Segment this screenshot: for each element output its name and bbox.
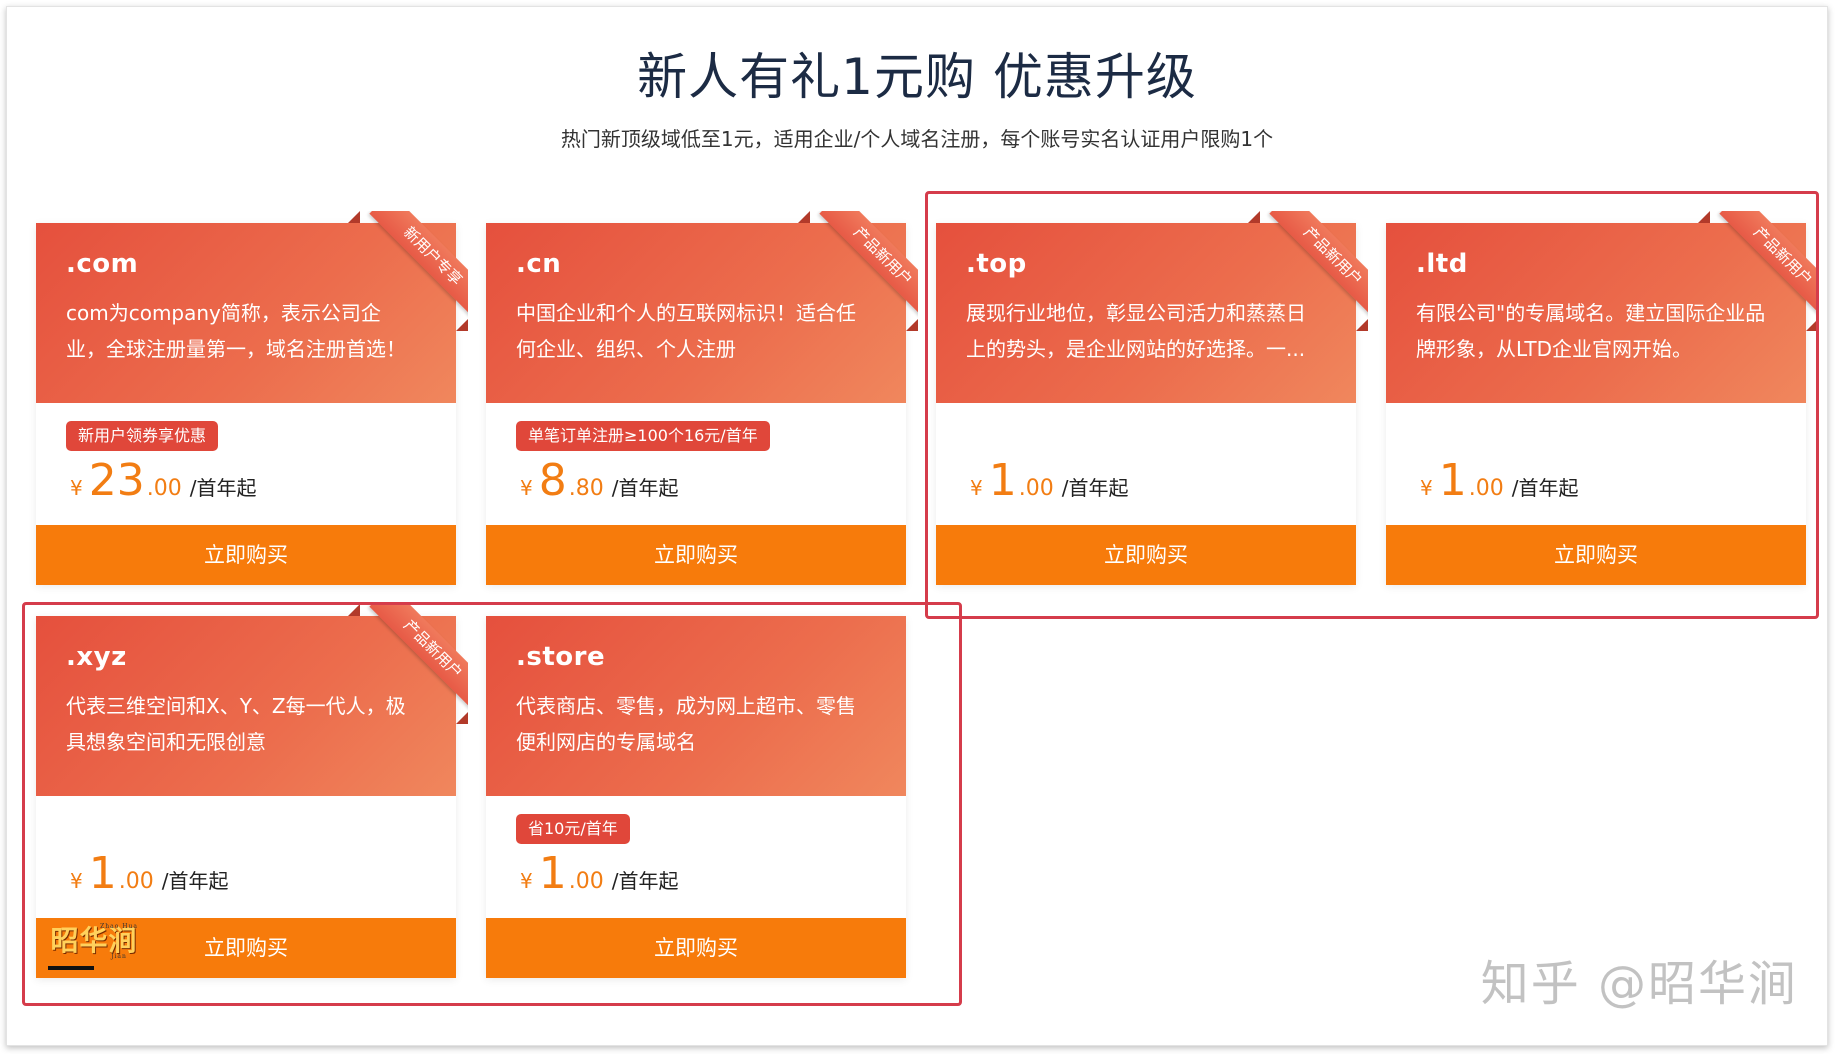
price: ¥ 1 .00 /首年起 <box>1420 455 1578 511</box>
domain-extension: .store <box>516 642 606 672</box>
price-unit: /首年起 <box>161 869 229 893</box>
domain-card-com: .com com为company简称，表示公司企业，全球注册量第一，域名注册首选… <box>36 211 468 585</box>
price: ¥ 1 .00 /首年起 <box>970 455 1128 511</box>
price-integer: 1 <box>88 848 117 899</box>
card-header: .cn 中国企业和个人的互联网标识！适合任何企业、组织、个人注册 <box>486 223 906 403</box>
price-decimal: .00 <box>1468 476 1504 501</box>
price-decimal: .00 <box>1018 476 1054 501</box>
domain-card-cn: .cn 中国企业和个人的互联网标识！适合任何企业、组织、个人注册 产品新用户 单… <box>486 211 918 585</box>
domain-card-ltd: .ltd 有限公司"的专属域名。建立国际企业品牌形象，从LTD企业官网开始。 产… <box>1386 211 1818 585</box>
domain-extension: .ltd <box>1416 249 1468 279</box>
buy-button[interactable]: 立即购买 <box>486 525 906 585</box>
currency-symbol: ¥ <box>520 476 533 500</box>
price-decimal: .00 <box>146 476 182 501</box>
domain-card-top: .top 展现行业地位，彰显公司活力和蒸蒸日上的势头，是企业网站的好选择。一..… <box>936 211 1368 585</box>
domain-card-store: .store 代表商店、零售，成为网上超市、零售便利网店的专属域名 省10元/首… <box>486 616 906 978</box>
page-subtitle: 热门新顶级域低至1元，适用企业/个人域名注册，每个账号实名认证用户限购1个 <box>560 127 1274 151</box>
domain-extension: .xyz <box>66 642 127 672</box>
domain-description: 代表商店、零售，成为网上超市、零售便利网店的专属域名 <box>516 694 856 754</box>
domain-description: 中国企业和个人的互联网标识！适合任何企业、组织、个人注册 <box>516 301 856 361</box>
buy-label: 立即购买 <box>204 936 288 960</box>
price-integer: 8 <box>538 455 567 506</box>
stamp-subtext: Zhao Hua Jian <box>100 923 138 960</box>
currency-symbol: ¥ <box>70 476 83 500</box>
buy-button[interactable]: 立即购买 <box>1386 525 1806 585</box>
price-unit: /首年起 <box>1511 476 1579 500</box>
price: ¥ 23 .00 /首年起 <box>70 455 256 511</box>
domain-description: 代表三维空间和X、Y、Z每一代人，极具想象空间和无限创意 <box>66 694 406 754</box>
promo-badge: 新用户领券享优惠 <box>66 421 219 451</box>
price-integer: 1 <box>988 455 1017 506</box>
price-decimal: .00 <box>118 869 154 894</box>
author-stamp-logo: 昭华涧 Zhao Hua Jian <box>48 923 140 970</box>
price-unit: /首年起 <box>1061 476 1129 500</box>
price-integer: 1 <box>538 848 567 899</box>
domain-extension: .top <box>966 249 1027 279</box>
price: ¥ 1 .00 /首年起 <box>70 848 228 904</box>
domain-card-xyz: .xyz 代表三维空间和X、Y、Z每一代人，极具想象空间和无限创意 产品新用户 … <box>36 604 468 978</box>
card-header: .store 代表商店、零售，成为网上超市、零售便利网店的专属域名 <box>486 616 906 796</box>
currency-symbol: ¥ <box>70 869 83 893</box>
price-integer: 1 <box>1438 455 1467 506</box>
price-unit: /首年起 <box>189 476 257 500</box>
price-decimal: .00 <box>568 869 604 894</box>
buy-button[interactable]: 立即购买 昭华涧 Zhao Hua Jian <box>36 918 456 978</box>
currency-symbol: ¥ <box>970 476 983 500</box>
price-unit: /首年起 <box>611 869 679 893</box>
domain-description: 展现行业地位，彰显公司活力和蒸蒸日上的势头，是企业网站的好选择。一... <box>966 301 1306 361</box>
domain-description: 有限公司"的专属域名。建立国际企业品牌形象，从LTD企业官网开始。 <box>1416 301 1766 361</box>
currency-symbol: ¥ <box>520 869 533 893</box>
watermark: 知乎 @昭华涧 <box>1480 956 1798 1012</box>
price-integer: 23 <box>88 455 145 506</box>
promo-badge: 单笔订单注册≥100个16元/首年 <box>516 421 770 451</box>
domain-extension: .cn <box>516 249 562 279</box>
price-unit: /首年起 <box>611 476 679 500</box>
card-header: .top 展现行业地位，彰显公司活力和蒸蒸日上的势头，是企业网站的好选择。一..… <box>936 223 1356 403</box>
domain-description: com为company简称，表示公司企业，全球注册量第一，域名注册首选！ <box>66 301 406 361</box>
card-header: .ltd 有限公司"的专属域名。建立国际企业品牌形象，从LTD企业官网开始。 <box>1386 223 1806 403</box>
buy-button[interactable]: 立即购买 <box>36 525 456 585</box>
domain-extension: .com <box>66 249 139 279</box>
buy-button[interactable]: 立即购买 <box>486 918 906 978</box>
buy-button[interactable]: 立即购买 <box>936 525 1356 585</box>
price-decimal: .80 <box>568 476 604 501</box>
price: ¥ 8 .80 /首年起 <box>520 455 678 511</box>
promo-badge: 省10元/首年 <box>516 814 630 844</box>
currency-symbol: ¥ <box>1420 476 1433 500</box>
card-header: .com com为company简称，表示公司企业，全球注册量第一，域名注册首选… <box>36 223 456 403</box>
page-title: 新人有礼1元购 优惠升级 <box>637 48 1197 106</box>
price: ¥ 1 .00 /首年起 <box>520 848 678 904</box>
card-header: .xyz 代表三维空间和X、Y、Z每一代人，极具想象空间和无限创意 <box>36 616 456 796</box>
